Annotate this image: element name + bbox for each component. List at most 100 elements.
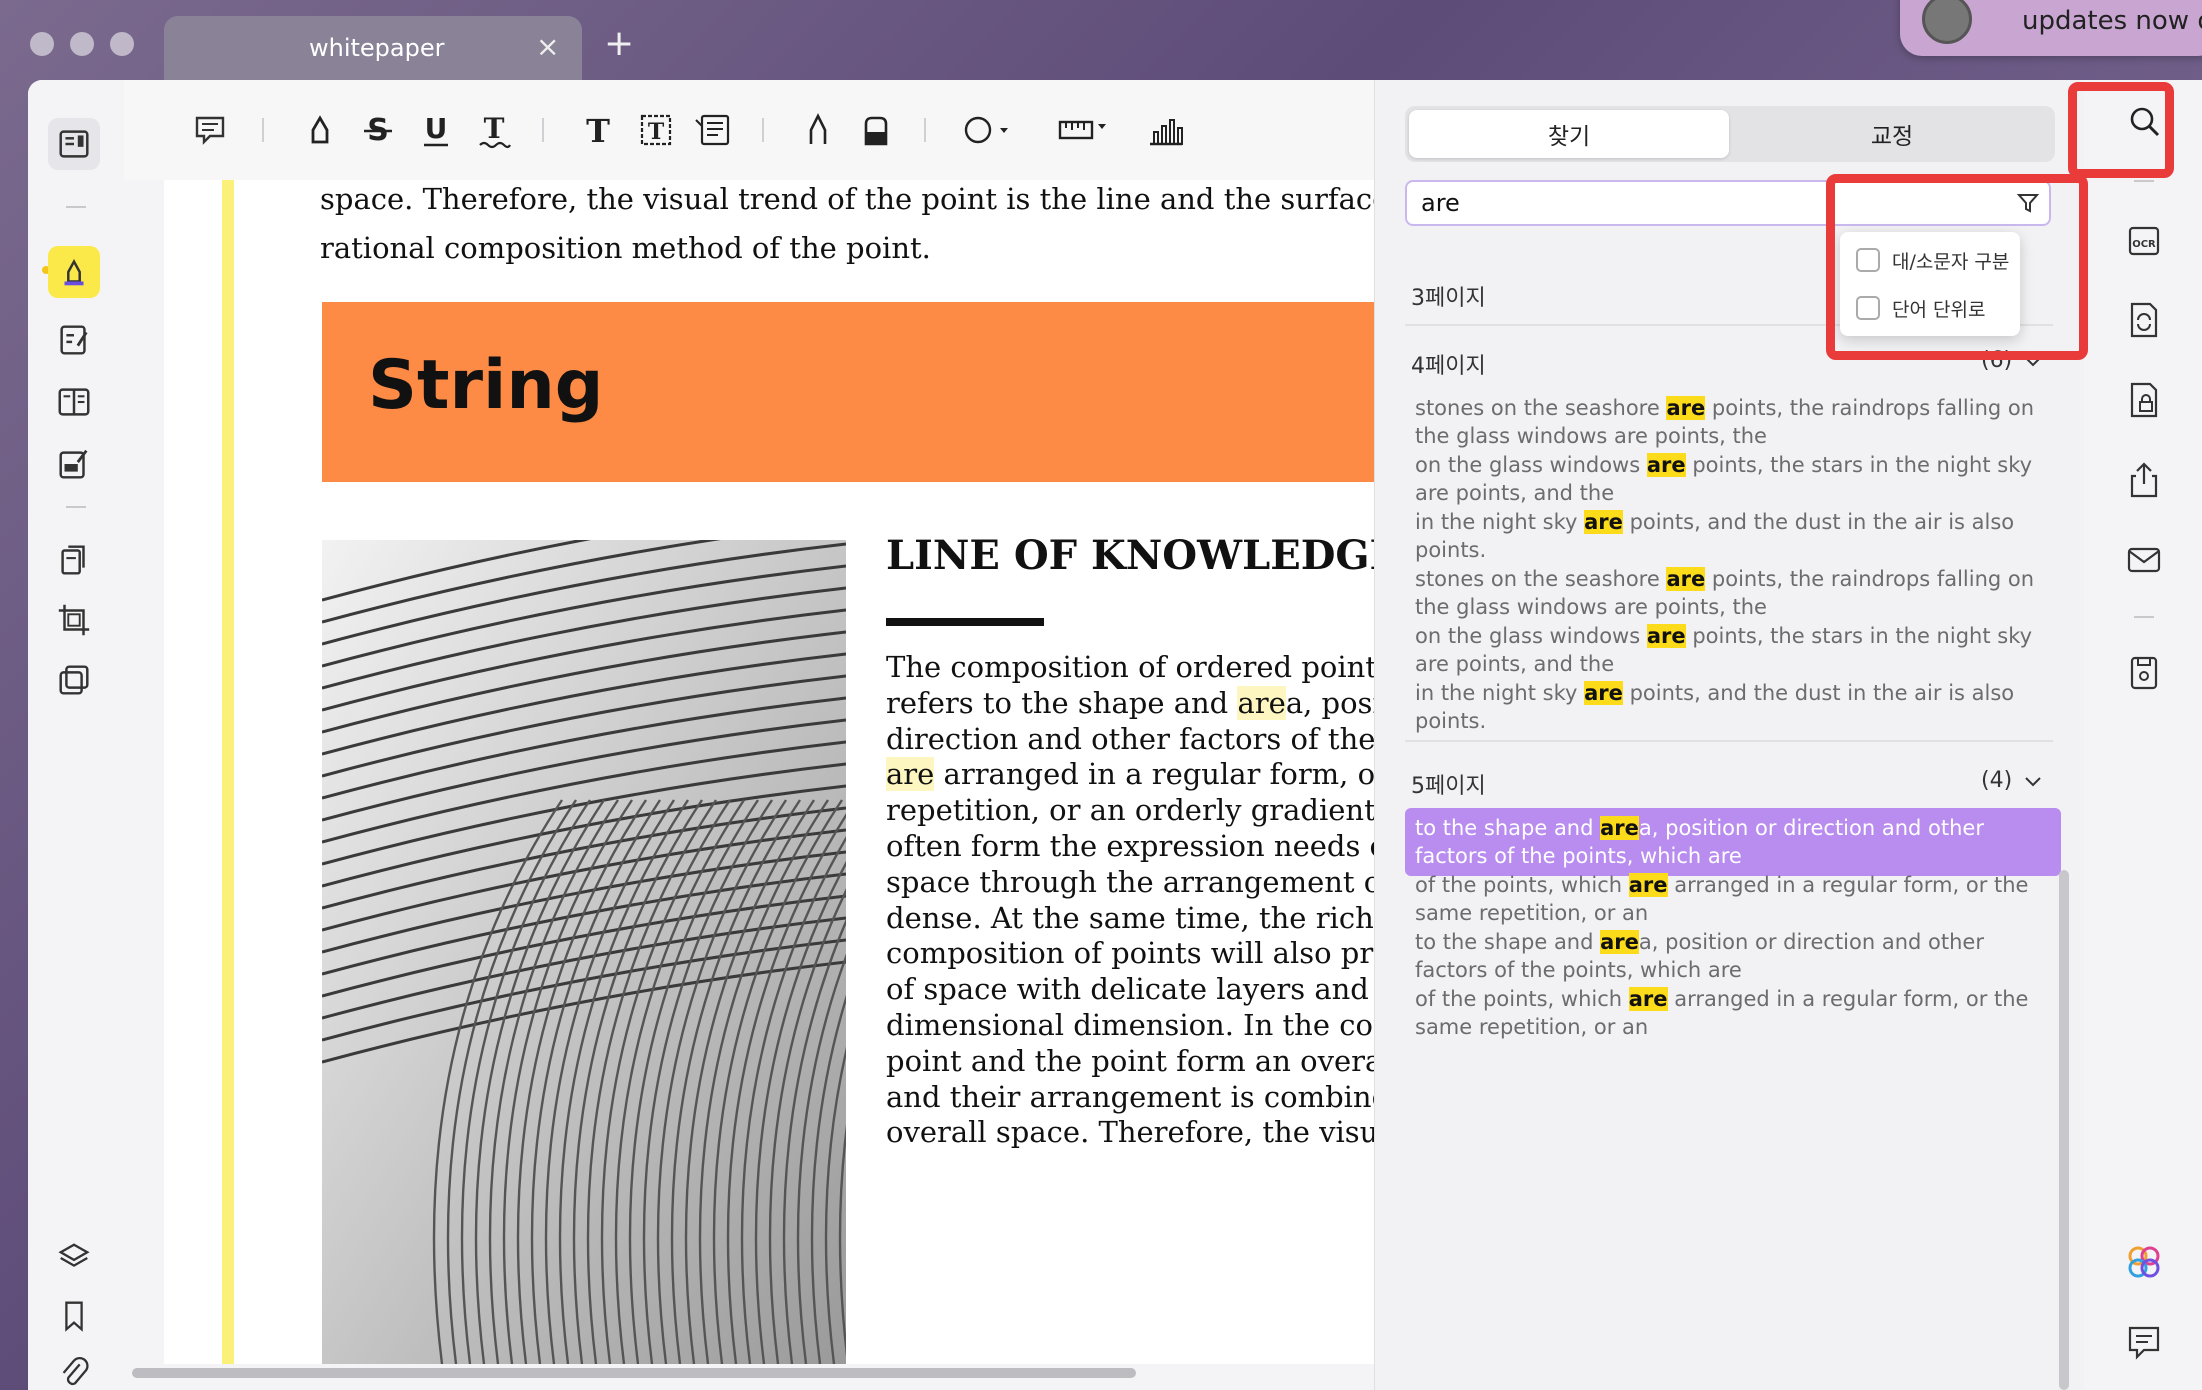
result-keyword: are <box>1628 873 1668 897</box>
text-segment: space through the arrangement of s <box>886 864 1374 899</box>
squiggly-tool[interactable]: T <box>466 104 522 156</box>
text-segment: often form the expression needs of g <box>886 829 1374 863</box>
page-layout-button[interactable] <box>48 376 100 428</box>
protect-button[interactable] <box>2122 378 2166 422</box>
system-notification[interactable]: updates now o <box>1900 0 2202 56</box>
text-segment: repetition, or an orderly gradient, etc <box>886 793 1374 828</box>
textbox-tool[interactable]: T <box>628 104 684 156</box>
horizontal-scrollbar[interactable] <box>128 1366 1368 1380</box>
crop-button[interactable] <box>48 594 100 646</box>
result-keyword: are <box>1600 816 1639 840</box>
page-text-line: and their arrangement is combined <box>886 1080 1374 1114</box>
section-banner: String <box>322 302 1374 482</box>
ocr-button[interactable]: OCR <box>2122 218 2166 262</box>
result-text: of the points, which <box>1415 987 1629 1011</box>
page-text-line: space. Therefore, the visual trend of th… <box>320 182 1374 216</box>
text-segment: arranged in a regular form, or th <box>943 757 1374 792</box>
result-keyword: are <box>1646 453 1686 477</box>
result-group-header[interactable]: 4페이지 <box>1411 348 1486 380</box>
new-tab-button[interactable]: + <box>604 26 634 62</box>
search-result-item[interactable]: in the night sky are points, and the dus… <box>1405 673 2061 741</box>
chevron-down-icon[interactable] <box>2023 772 2043 792</box>
panel-scrollbar[interactable] <box>2059 870 2069 1390</box>
ocr-icon: OCR <box>2128 226 2160 256</box>
stats-tool[interactable] <box>1138 104 1194 156</box>
attachment-button[interactable] <box>48 1346 100 1390</box>
result-group-header[interactable]: 3페이지 <box>1411 280 1486 312</box>
highlight-tool[interactable] <box>292 104 348 156</box>
toolbar-divider <box>542 118 544 142</box>
edit-pdf-button[interactable] <box>48 314 100 366</box>
pages-icon <box>61 545 85 575</box>
result-text: of the points, which <box>1415 873 1629 897</box>
eraser-tool[interactable] <box>848 104 904 156</box>
comment-icon <box>195 116 225 145</box>
comment-tool[interactable] <box>182 104 238 156</box>
save-button[interactable] <box>2122 650 2166 694</box>
page-text-line: rational composition method of the point… <box>320 231 931 265</box>
result-keyword: are <box>1600 930 1639 954</box>
tab-proofread[interactable]: 교정 <box>1733 110 2051 158</box>
left-sidebar <box>28 80 124 1390</box>
form-button[interactable] <box>48 438 100 490</box>
toolbar-divider <box>262 118 264 142</box>
page-text-line: The composition of ordered points: I <box>886 650 1374 684</box>
ai-assistant-icon <box>2128 1246 2160 1278</box>
search-result-item[interactable]: of the points, which are arranged in a r… <box>1405 979 2061 1047</box>
svg-text:T: T <box>586 112 610 150</box>
sidebar-divider <box>66 506 86 508</box>
comment-mode-button[interactable] <box>48 246 100 298</box>
close-window-button[interactable] <box>30 32 54 56</box>
document-tab[interactable]: whitepaper × <box>164 16 582 80</box>
result-group-header[interactable]: 5페이지 <box>1411 768 1486 800</box>
page-text-line: are arranged in a regular form, or th <box>886 757 1374 792</box>
reader-mode-button[interactable] <box>48 118 100 170</box>
comments-list-button[interactable] <box>2122 1320 2166 1364</box>
heading-rule <box>886 618 1044 626</box>
page-text-line: direction and other factors of the po <box>886 722 1374 756</box>
form-edit-icon <box>59 449 88 479</box>
svg-text:U: U <box>425 112 448 145</box>
layers-button[interactable] <box>48 1232 100 1284</box>
tab-find[interactable]: 찾기 <box>1409 110 1729 158</box>
result-text: in the night sky <box>1415 681 1585 705</box>
callout-tool[interactable] <box>686 104 742 156</box>
document-viewport[interactable]: space. Therefore, the visual trend of th… <box>124 180 1374 1364</box>
batch-button[interactable] <box>48 654 100 706</box>
measure-tool[interactable] <box>1044 104 1124 156</box>
ai-assistant-button[interactable] <box>2122 1240 2166 1284</box>
strikethrough-icon: S <box>364 113 392 148</box>
svg-text:OCR: OCR <box>2132 239 2156 250</box>
result-text: in the night sky <box>1415 510 1585 534</box>
shape-tool[interactable] <box>948 104 1028 156</box>
rail-divider <box>2134 180 2154 182</box>
result-keyword: are <box>1584 510 1623 534</box>
result-keyword: are <box>1666 396 1706 420</box>
organize-pages-button[interactable] <box>48 534 100 586</box>
pencil-tool[interactable] <box>790 104 846 156</box>
svg-text:T: T <box>484 112 505 145</box>
horizontal-scroll-thumb[interactable] <box>132 1368 1136 1378</box>
strikethrough-tool[interactable]: S <box>350 104 406 156</box>
page-text-line: often form the expression needs of g <box>886 829 1374 863</box>
page-text-line: repetition, or an orderly gradient, etc <box>886 793 1374 827</box>
text-segment: point and the point form an overall <box>886 1043 1374 1078</box>
mail-icon <box>2127 547 2161 573</box>
zoom-window-button[interactable] <box>110 32 134 56</box>
lock-document-icon <box>2130 382 2158 418</box>
underline-tool[interactable]: U <box>408 104 464 156</box>
text-segment: and their arrangement is combined <box>886 1079 1374 1114</box>
share-button[interactable] <box>2122 458 2166 502</box>
minimize-window-button[interactable] <box>70 32 94 56</box>
tab-close-icon[interactable]: × <box>536 30 559 63</box>
bookmark-button[interactable] <box>48 1290 100 1342</box>
text-callout-icon <box>695 114 730 146</box>
text-tool[interactable]: T <box>570 104 626 156</box>
highlight-annotation[interactable] <box>222 180 234 1364</box>
text-segment: composition of points will also prod <box>886 936 1374 971</box>
convert-button[interactable] <box>2122 298 2166 342</box>
result-text: stones on the seashore <box>1415 396 1667 420</box>
right-toolbar: OCR <box>2084 80 2202 1390</box>
email-button[interactable] <box>2122 538 2166 582</box>
section-heading: LINE OF KNOWLEDGE <box>886 532 1374 579</box>
